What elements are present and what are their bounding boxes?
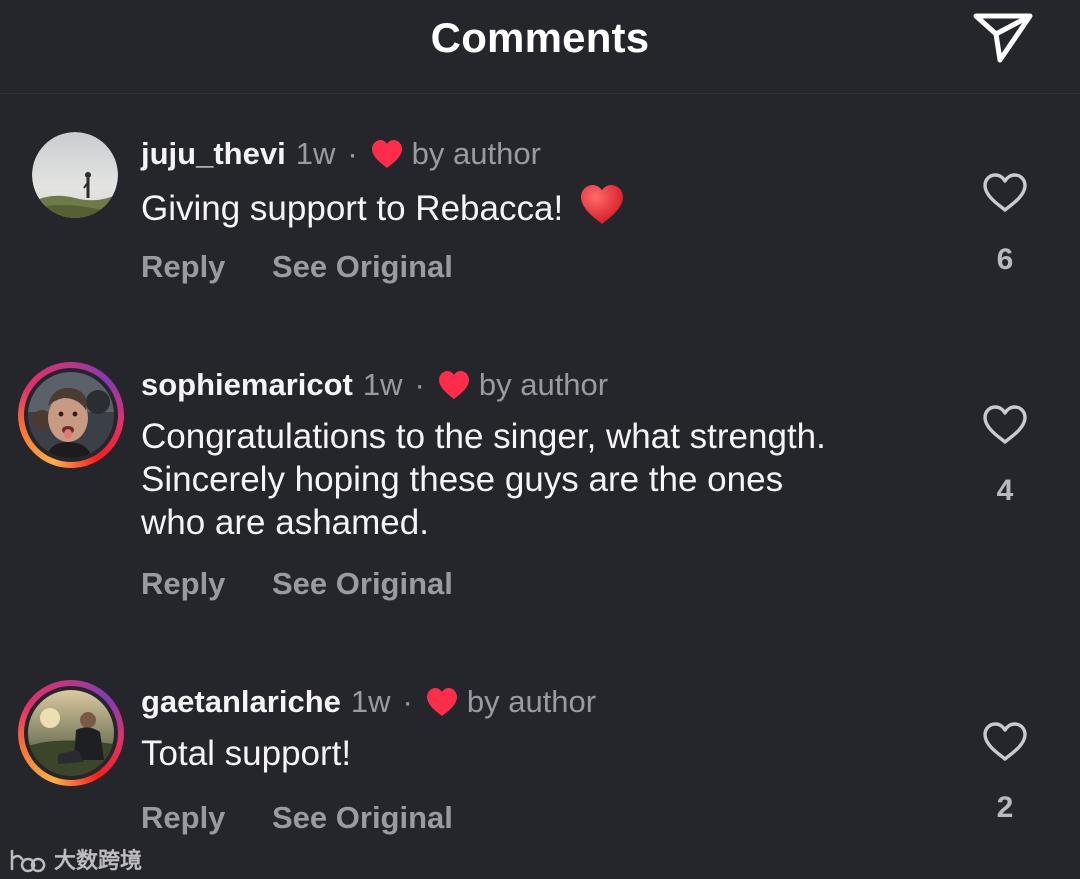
- see-original-button[interactable]: See Original: [272, 249, 453, 285]
- reply-button[interactable]: Reply: [141, 249, 272, 285]
- author-heart-icon: [438, 371, 469, 399]
- like-count: 2: [996, 791, 1014, 824]
- by-author-label: by author: [411, 136, 541, 171]
- see-original-button[interactable]: See Original: [272, 566, 453, 602]
- watermark-logo-icon: [10, 849, 46, 873]
- separator: ·: [414, 367, 425, 402]
- avatar-image: [28, 372, 114, 458]
- username[interactable]: gaetanlariche: [141, 684, 341, 720]
- username[interactable]: juju_thevi: [141, 136, 286, 172]
- avatar-with-story-ring[interactable]: [18, 680, 124, 786]
- comment-text-line: who are ashamed.: [141, 503, 429, 542]
- username[interactable]: sophiemaricot: [141, 367, 353, 403]
- comment-text-content: Giving support to Rebacca!: [141, 189, 564, 228]
- separator: ·: [402, 684, 413, 719]
- comment-text: Congratulations to the singer, what stre…: [141, 415, 961, 544]
- comment-meta: sophiemaricot 1w · by author: [141, 367, 608, 403]
- heart-outline-icon[interactable]: [982, 721, 1028, 763]
- reply-button[interactable]: Reply: [141, 566, 272, 602]
- separator: ·: [347, 136, 358, 171]
- timestamp: 1w: [295, 136, 336, 171]
- watermark-text: 大数跨境: [54, 848, 143, 873]
- avatar-with-story-ring[interactable]: [18, 362, 124, 468]
- avatar[interactable]: [32, 132, 118, 218]
- comment-text: Total support!: [141, 732, 961, 775]
- heart-outline-icon[interactable]: [982, 404, 1028, 446]
- avatar-inner: [24, 368, 118, 462]
- paper-plane-icon[interactable]: [970, 8, 1036, 64]
- avatar-image: [32, 132, 118, 218]
- comment-meta: gaetanlariche 1w · by author: [141, 684, 596, 720]
- comments-header: Comments: [0, 0, 1080, 94]
- reply-button[interactable]: Reply: [141, 800, 272, 836]
- timestamp: 1w: [350, 684, 391, 719]
- comment-actions: Reply See Original: [141, 800, 453, 836]
- author-heart-icon: [426, 688, 457, 716]
- see-original-button[interactable]: See Original: [272, 800, 453, 836]
- comment-text-line: Congratulations to the singer, what stre…: [141, 417, 826, 456]
- comment-text-content: Total support!: [141, 734, 352, 773]
- heart-outline-icon[interactable]: [982, 172, 1028, 214]
- page-title: Comments: [430, 14, 650, 61]
- like-count: 4: [996, 474, 1014, 507]
- avatar-image: [28, 690, 114, 776]
- by-author-label: by author: [466, 684, 597, 719]
- comment-actions: Reply See Original: [141, 249, 453, 285]
- comment-text: Giving support to Rebacca!: [141, 184, 961, 230]
- comment-text-line: Sincerely hoping these guys are the ones: [141, 460, 784, 499]
- red-heart-emoji-icon: [580, 185, 623, 224]
- by-author-label: by author: [478, 367, 609, 402]
- author-heart-icon: [371, 140, 402, 168]
- watermark: 大数跨境: [8, 843, 142, 875]
- comment-meta: juju_thevi 1w · by author: [141, 136, 541, 172]
- timestamp: 1w: [362, 367, 403, 402]
- comment-actions: Reply See Original: [141, 566, 453, 602]
- like-count: 6: [996, 243, 1014, 276]
- avatar-inner: [24, 686, 118, 780]
